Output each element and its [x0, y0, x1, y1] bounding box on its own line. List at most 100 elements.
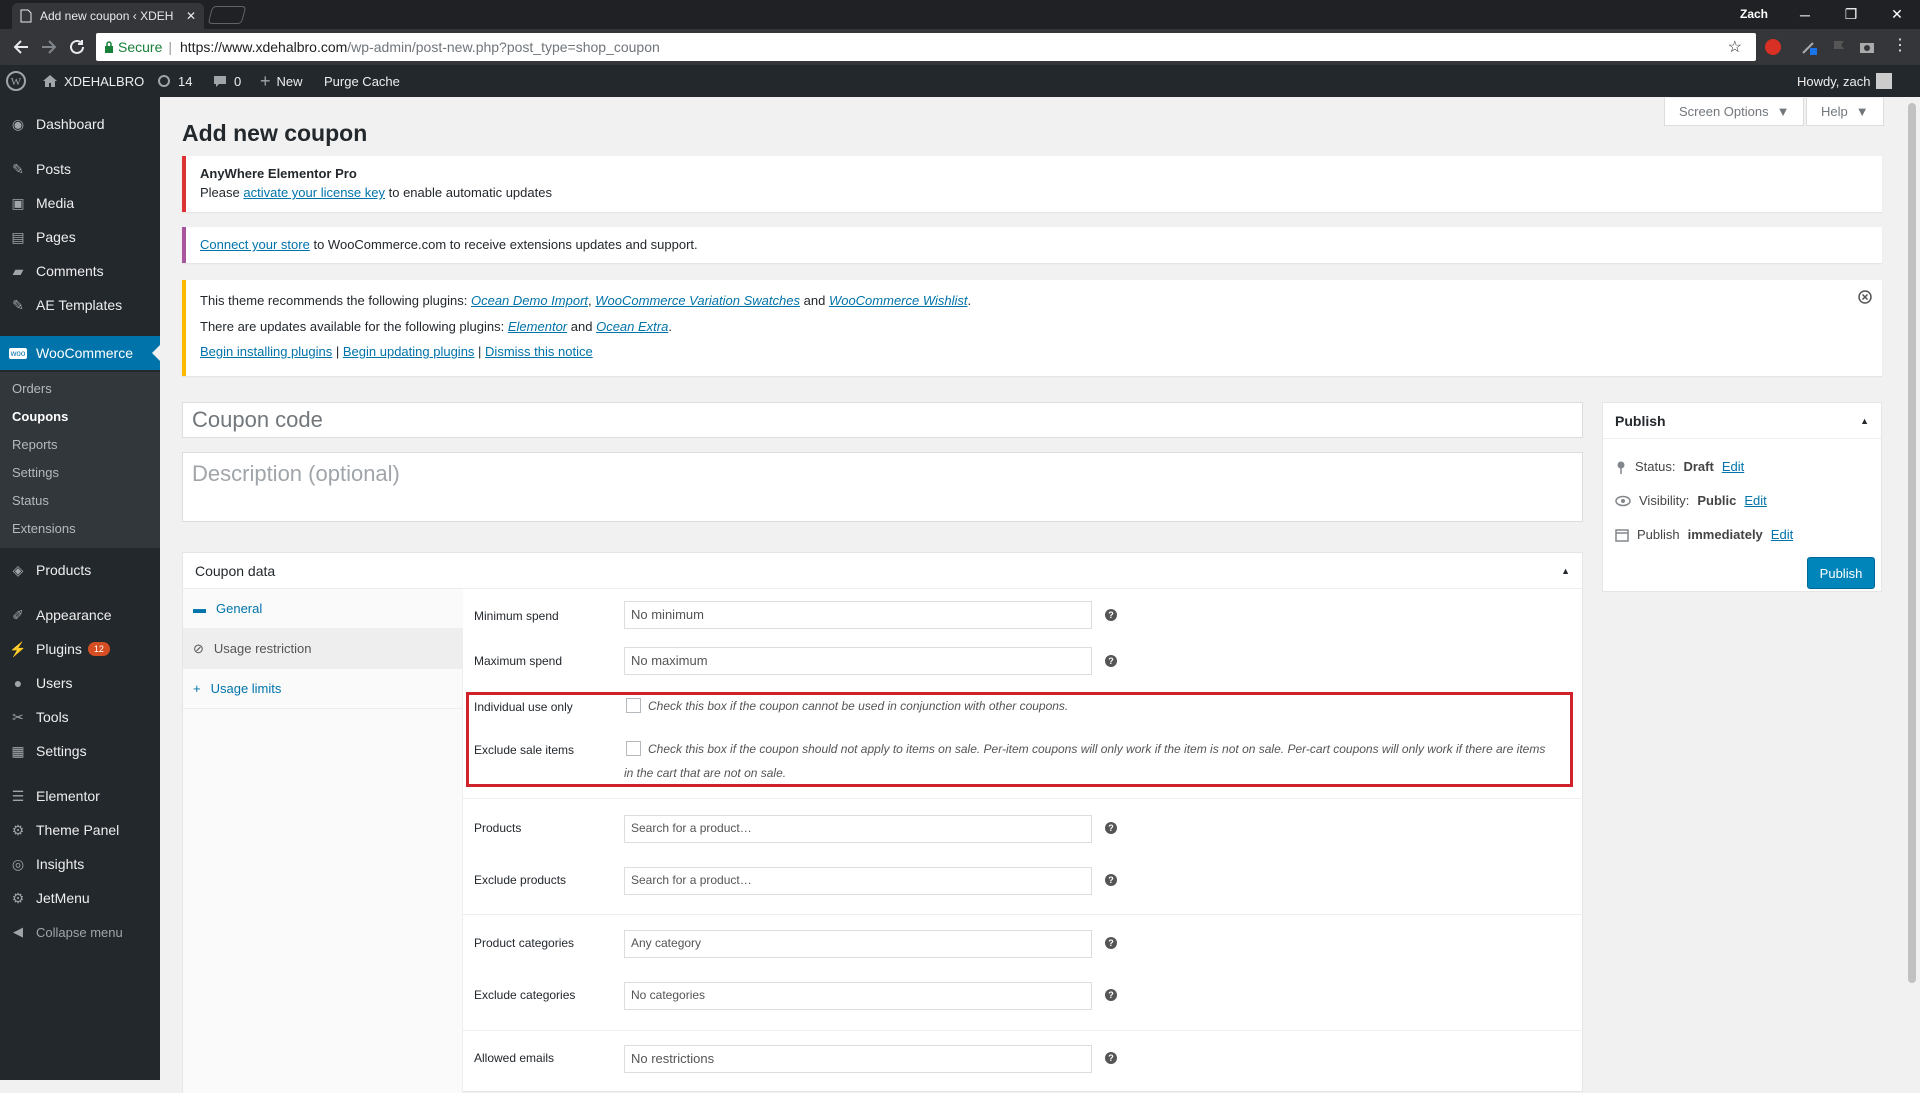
submenu-item-status[interactable]: Status — [12, 493, 49, 508]
updates-link[interactable]: 14 — [156, 65, 192, 97]
sidebar-item-theme-panel[interactable]: ⚙ Theme Panel — [0, 813, 160, 847]
sidebar-item-plugins[interactable]: ⚡ Plugins 12 — [0, 632, 160, 666]
max-spend-input[interactable]: No maximum — [624, 647, 1092, 675]
edit-status-link[interactable]: Edit — [1722, 459, 1744, 474]
exclude-products-search-input[interactable]: Search for a product… — [624, 867, 1092, 895]
publish-button[interactable]: Publish — [1807, 557, 1875, 589]
back-icon[interactable] — [12, 38, 30, 56]
exclude-categories-select[interactable]: No categories — [624, 982, 1092, 1010]
submenu-item-coupons[interactable]: Coupons — [12, 409, 68, 424]
edit-visibility-link[interactable]: Edit — [1744, 493, 1766, 508]
coupon-code-input[interactable]: Coupon code — [182, 402, 1583, 438]
adblock-icon[interactable] — [1764, 38, 1782, 56]
purge-cache-link[interactable]: Purge Cache — [324, 65, 400, 97]
forward-icon[interactable] — [40, 38, 58, 56]
new-label: New — [276, 73, 303, 89]
site-name-link[interactable]: XDEHALBRO — [42, 65, 144, 97]
browser-tab[interactable]: Add new coupon ‹ XDEH ✕ — [12, 3, 204, 29]
products-label: Products — [474, 821, 522, 835]
close-window-icon[interactable]: ✕ — [1874, 0, 1920, 29]
browser-toolbar: Secure | https://www.xdehalbro.com/wp-ad… — [0, 29, 1920, 65]
collapse-menu-button[interactable]: ◀ Collapse menu — [0, 915, 160, 949]
sidebar-item-comments[interactable]: ▰ Comments — [0, 254, 160, 288]
submenu-item-reports[interactable]: Reports — [12, 437, 58, 452]
wordpress-logo-icon[interactable]: W — [6, 65, 26, 97]
sidebar-item-pages[interactable]: ▤ Pages — [0, 220, 160, 254]
sidebar-item-appearance[interactable]: ✐ Appearance — [0, 598, 160, 632]
help-tip-icon[interactable]: ? — [1105, 1052, 1117, 1064]
tab-general[interactable]: ▬ General — [183, 589, 463, 629]
coupon-data-tabs: ▬ General ⊘ Usage restriction + Usage limit… — [183, 589, 463, 1093]
elementor-icon: ☰ — [11, 787, 25, 804]
extension-pen-icon[interactable] — [1800, 38, 1818, 56]
comments-link[interactable]: 0 — [212, 65, 241, 97]
extension-flag-icon[interactable] — [1830, 38, 1848, 56]
edit-date-link[interactable]: Edit — [1771, 527, 1793, 542]
help-tip-icon[interactable]: ? — [1105, 874, 1117, 886]
new-tab-button[interactable] — [207, 6, 247, 24]
activate-license-link[interactable]: activate your license key — [243, 185, 385, 200]
address-bar[interactable]: Secure | https://www.xdehalbro.com/wp-ad… — [96, 33, 1756, 61]
help-tip-icon[interactable]: ? — [1105, 989, 1117, 1001]
sidebar-item-woocommerce[interactable]: woo WooCommerce — [0, 336, 160, 370]
woocommerce-wishlist-link[interactable]: WooCommerce Wishlist — [829, 293, 968, 308]
sidebar-item-media[interactable]: ▣ Media — [0, 186, 160, 220]
page-scrollbar[interactable] — [1905, 97, 1920, 1080]
collapse-arrow-icon[interactable]: ▲ — [1860, 416, 1869, 426]
scrollbar-thumb[interactable] — [1908, 103, 1916, 983]
restore-icon[interactable]: ❐ — [1828, 0, 1874, 29]
sidebar-item-users[interactable]: ● Users — [0, 666, 160, 700]
ocean-demo-import-link[interactable]: Ocean Demo Import — [471, 293, 588, 308]
profile-name[interactable]: Zach — [1740, 7, 1768, 21]
description-textarea[interactable]: Description (optional) — [182, 452, 1583, 522]
submenu-item-settings[interactable]: Settings — [12, 465, 59, 480]
sidebar-item-ae-templates[interactable]: ✎ AE Templates — [0, 288, 160, 322]
help-button[interactable]: Help ▼ — [1806, 98, 1884, 126]
minimize-icon[interactable]: ─ — [1782, 0, 1828, 29]
visibility-value: Public — [1697, 493, 1737, 508]
coupon-data-header[interactable]: Coupon data ▲ — [183, 553, 1582, 589]
dismiss-circle-icon[interactable] — [1858, 290, 1872, 304]
sidebar-item-settings[interactable]: ▦ Settings — [0, 734, 160, 768]
variation-swatches-link[interactable]: WooCommerce Variation Swatches — [595, 293, 800, 308]
connect-store-link[interactable]: Connect your store — [200, 237, 310, 252]
submenu-item-extensions[interactable]: Extensions — [12, 521, 76, 536]
screen-options-button[interactable]: Screen Options ▼ — [1664, 98, 1805, 126]
reload-icon[interactable] — [68, 38, 86, 56]
begin-installing-link[interactable]: Begin installing plugins — [200, 344, 332, 359]
begin-updating-link[interactable]: Begin updating plugins — [343, 344, 475, 359]
submenu-item-orders[interactable]: Orders — [12, 381, 52, 396]
sidebar-item-dashboard[interactable]: ◉ Dashboard — [0, 107, 160, 141]
menu-dots-icon[interactable]: ⋮ — [1892, 35, 1908, 55]
sidebar-item-label: Settings — [36, 743, 87, 759]
bookmark-star-icon[interactable]: ☆ — [1728, 37, 1742, 57]
elementor-link[interactable]: Elementor — [508, 319, 567, 334]
close-tab-icon[interactable]: ✕ — [186, 9, 196, 23]
url-path: /wp-admin/post-new.php?post_type=shop_co… — [347, 39, 660, 55]
tab-usage-limits[interactable]: + Usage limits — [183, 669, 463, 709]
new-content-link[interactable]: + New — [260, 65, 303, 97]
ocean-extra-link[interactable]: Ocean Extra — [596, 319, 668, 334]
help-tip-icon[interactable]: ? — [1105, 937, 1117, 949]
sidebar-item-jetmenu[interactable]: ⚙ JetMenu — [0, 881, 160, 915]
sidebar-item-posts[interactable]: ✎ Posts — [0, 152, 160, 186]
products-search-input[interactable]: Search for a product… — [624, 815, 1092, 843]
help-tip-icon[interactable]: ? — [1105, 822, 1117, 834]
help-tip-icon[interactable]: ? — [1105, 609, 1117, 621]
publish-header[interactable]: Publish ▲ — [1603, 403, 1881, 439]
tab-usage-restriction[interactable]: ⊘ Usage restriction — [183, 629, 463, 669]
dismiss-notice-link[interactable]: Dismiss this notice — [485, 344, 593, 359]
collapse-arrow-icon[interactable]: ▲ — [1561, 566, 1570, 576]
sidebar-item-products[interactable]: ◈ Products — [0, 553, 160, 587]
min-spend-input[interactable]: No minimum — [624, 601, 1092, 629]
sidebar-item-elementor[interactable]: ☰ Elementor — [0, 779, 160, 813]
help-tip-icon[interactable]: ? — [1105, 655, 1117, 667]
account-link[interactable]: Howdy, zach — [1797, 65, 1893, 97]
camera-icon[interactable] — [1858, 38, 1876, 56]
sidebar-item-insights[interactable]: ◎ Insights — [0, 847, 160, 881]
gear-icon: ⚙ — [11, 889, 25, 906]
sidebar-item-tools[interactable]: ✂ Tools — [0, 700, 160, 734]
product-categories-select[interactable]: Any category — [624, 930, 1092, 958]
allowed-emails-input[interactable]: No restrictions — [624, 1045, 1092, 1073]
publish-title: Publish — [1615, 412, 1666, 429]
